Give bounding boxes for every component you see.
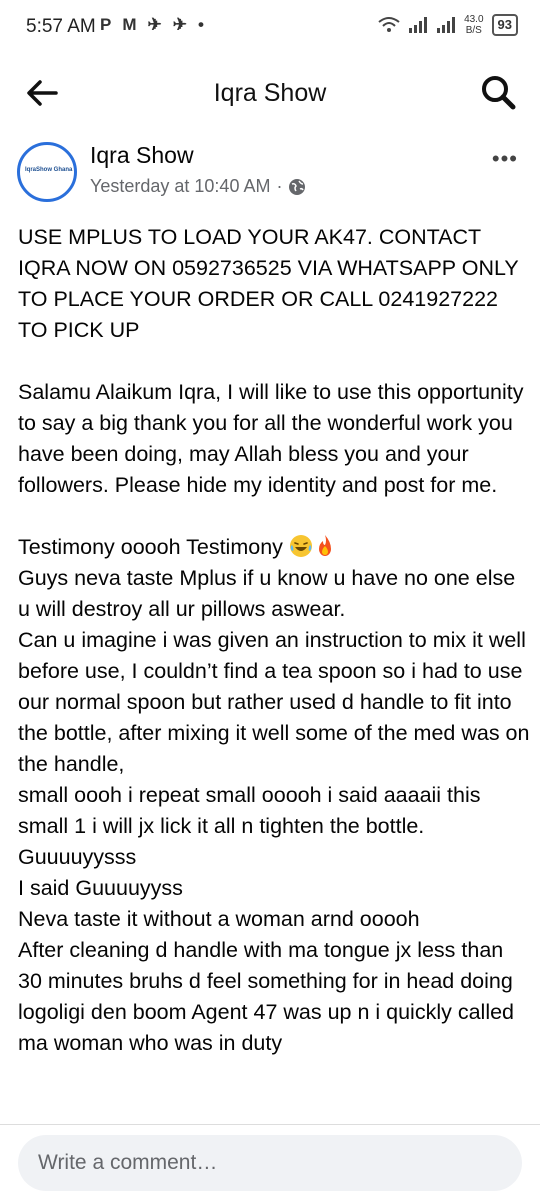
notification-icons: P M ✈ ✈ •	[100, 15, 204, 35]
status-right: 43.0 B/S 93	[378, 14, 518, 36]
top-app-bar: Iqra Show	[0, 56, 540, 132]
network-speed-unit: B/S	[465, 25, 482, 36]
avatar-logo-text: IqraShow Ghana	[25, 167, 73, 173]
post-line: I said Guuuuyyss	[18, 876, 183, 900]
post-line: Neva taste it without a woman arnd ooooh	[18, 907, 420, 931]
network-speed: 43.0 B/S	[464, 14, 483, 36]
post-headline: USE MPLUS TO LOAD YOUR AK47. CONTACT IQR…	[18, 225, 519, 342]
status-bar: 5:57 AM P M ✈ ✈ • 43.0 B/S 93	[0, 0, 540, 56]
notification-icon: ✈	[147, 15, 162, 34]
post-meta: Yesterday at 10:40 AM ·	[90, 176, 306, 197]
notification-icon: M	[122, 15, 137, 34]
avatar[interactable]: IqraShow Ghana	[17, 142, 77, 202]
signal-icon	[437, 17, 456, 33]
post-line: After cleaning d handle with ma tongue j…	[18, 938, 515, 1055]
post-body: USE MPLUS TO LOAD YOUR AK47. CONTACT IQR…	[18, 222, 530, 1059]
wifi-icon	[378, 17, 400, 32]
battery-icon: 93	[491, 14, 518, 36]
notification-icon: •	[198, 15, 204, 34]
post-author[interactable]: Iqra Show	[90, 142, 194, 169]
tears-of-joy-emoji-icon	[289, 535, 312, 557]
post-testimony-line: Testimony ooooh Testimony	[18, 532, 530, 563]
comment-placeholder: Write a comment…	[38, 1151, 218, 1174]
globe-icon	[289, 178, 306, 195]
notification-icon: ✈	[172, 15, 188, 34]
post-line: Guys neva taste Mplus if u know u have n…	[18, 566, 516, 621]
comment-input[interactable]: Write a comment…	[18, 1135, 522, 1191]
more-options-icon[interactable]: •••	[492, 146, 518, 172]
post-paragraph: Salamu Alaikum Iqra, I will like to use …	[18, 380, 524, 497]
network-speed-value: 43.0	[464, 14, 484, 25]
fire-emoji-icon	[318, 535, 331, 556]
notification-icon: P	[100, 15, 112, 34]
status-time: 5:57 AM	[26, 16, 96, 37]
post-line: small oooh i repeat small ooooh i said a…	[18, 783, 481, 838]
post-line: Can u imagine i was given an instruction…	[18, 628, 530, 776]
search-icon[interactable]	[478, 72, 518, 112]
comment-bar: Write a comment…	[0, 1124, 540, 1201]
page-title: Iqra Show	[213, 79, 327, 107]
post-timestamp[interactable]: Yesterday at 10:40 AM	[90, 176, 270, 197]
meta-separator: ·	[276, 176, 283, 196]
signal-icon	[409, 17, 428, 33]
post-line: Guuuuyysss	[18, 845, 137, 869]
testimony-text: Testimony ooooh Testimony	[18, 535, 283, 559]
